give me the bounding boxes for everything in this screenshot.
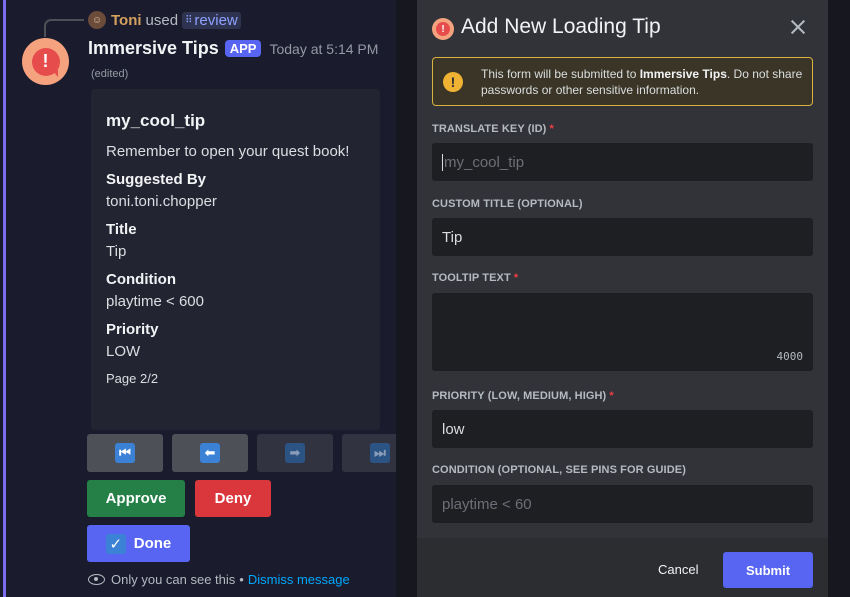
submit-button[interactable]: Submit	[723, 552, 813, 588]
tip-embed: my_cool_tip Remember to open your quest …	[91, 89, 380, 430]
translate-key-input[interactable]: my_cool_tip	[432, 143, 813, 181]
slash-command-icon: ⠿	[185, 14, 192, 26]
embed-footer: Page 2/2	[106, 371, 159, 386]
ephemeral-text: Only you can see this	[111, 572, 236, 587]
condition-label: CONDITION (OPTIONAL, SEE PINS FOR GUIDE)	[432, 464, 686, 476]
cancel-button[interactable]: Cancel	[658, 562, 698, 577]
embed-field: Suggested By toni.toni.chopper	[106, 171, 365, 210]
embed-field-value: toni.toni.chopper	[106, 193, 217, 210]
first-page-button[interactable]: ⏮	[87, 434, 163, 472]
modal-title: Add New Loading Tip	[461, 15, 661, 38]
modal-body: ! Add New Loading Tip ! This form will b…	[417, 0, 828, 538]
embed-field-name: Suggested By	[106, 171, 207, 188]
priority-input[interactable]: low	[432, 410, 813, 448]
slash-command-name: review	[194, 11, 238, 29]
embed-field-name: Priority	[106, 321, 159, 338]
next-page-button[interactable]: ➡	[257, 434, 333, 472]
close-icon[interactable]	[787, 16, 809, 38]
last-page-icon: ⏭	[370, 443, 390, 463]
bot-avatar[interactable]: !	[22, 38, 69, 85]
app-badge: APP	[224, 40, 262, 57]
translate-key-label: TRANSLATE KEY (ID) *	[432, 123, 554, 135]
bot-name[interactable]: Immersive Tips	[88, 38, 219, 59]
slash-command-chip[interactable]: ⠿ review	[182, 11, 241, 29]
checkmark-icon: ✓	[105, 533, 126, 554]
embed-field: Condition playtime < 600	[106, 271, 365, 310]
app-icon: !	[432, 18, 454, 40]
deny-button[interactable]: Deny	[195, 480, 271, 517]
reply-username[interactable]: Toni	[111, 12, 142, 29]
eye-icon	[88, 574, 105, 585]
warning-text: This form will be submitted to Immersive…	[481, 66, 803, 97]
condition-input[interactable]: playtime < 60	[432, 485, 813, 523]
embed-field-name: Title	[106, 221, 137, 238]
review-actions: Approve Deny	[87, 480, 271, 517]
tooltip-text-area[interactable]: 4000	[432, 293, 813, 371]
dismiss-message-link[interactable]: Dismiss message	[248, 572, 350, 587]
previous-page-button[interactable]: ⬅	[172, 434, 248, 472]
edited-marker: (edited)	[91, 68, 129, 80]
first-page-icon: ⏮	[115, 443, 135, 463]
message-highlight-bar	[3, 0, 6, 597]
pagination-buttons: ⏮ ⬅ ➡ ⏭	[87, 434, 396, 472]
character-counter: 4000	[776, 350, 804, 363]
embed-field-value: LOW	[106, 343, 141, 360]
add-tip-modal: ! Add New Loading Tip ! This form will b…	[417, 0, 828, 597]
tooltip-text-label: TOOLTIP TEXT *	[432, 272, 519, 284]
security-warning: ! This form will be submitted to Immersi…	[432, 57, 813, 106]
ephemeral-notice: Only you can see this • Dismiss message	[88, 572, 350, 587]
message-header: Immersive Tips APP Today at 5:14 PM	[88, 38, 378, 59]
reply-used-text: used	[145, 11, 179, 29]
embed-description: Remember to open your quest book!	[106, 143, 350, 160]
last-page-button[interactable]: ⏭	[342, 434, 396, 472]
next-page-icon: ➡	[285, 443, 305, 463]
previous-page-icon: ⬅	[200, 443, 220, 463]
embed-field: Priority LOW	[106, 321, 365, 360]
message-timestamp: Today at 5:14 PM	[269, 40, 379, 57]
reply-connector	[44, 19, 84, 37]
user-avatar[interactable]: ☺	[88, 11, 106, 29]
priority-label: PRIORITY (LOW, MEDIUM, HIGH) *	[432, 390, 614, 402]
warning-icon: !	[443, 71, 463, 92]
chat-pane: ☺ Toni used ⠿ review ! Immersive Tips AP…	[0, 0, 396, 597]
done-label: Done	[133, 535, 172, 552]
embed-field-value: Tip	[106, 243, 127, 260]
command-reference[interactable]: ☺ Toni used ⠿ review	[88, 10, 241, 30]
ephemeral-separator: •	[239, 572, 244, 587]
done-button[interactable]: ✓ Done	[87, 525, 190, 562]
custom-title-input[interactable]: Tip	[432, 218, 813, 256]
embed-field: Title Tip	[106, 221, 365, 260]
embed-title: my_cool_tip	[106, 111, 206, 130]
approve-button[interactable]: Approve	[87, 480, 185, 517]
embed-field-value: playtime < 600	[106, 293, 204, 310]
embed-field-name: Condition	[106, 271, 176, 288]
custom-title-label: CUSTOM TITLE (OPTIONAL)	[432, 198, 583, 210]
speech-bubble-alert-icon: !	[31, 47, 60, 76]
